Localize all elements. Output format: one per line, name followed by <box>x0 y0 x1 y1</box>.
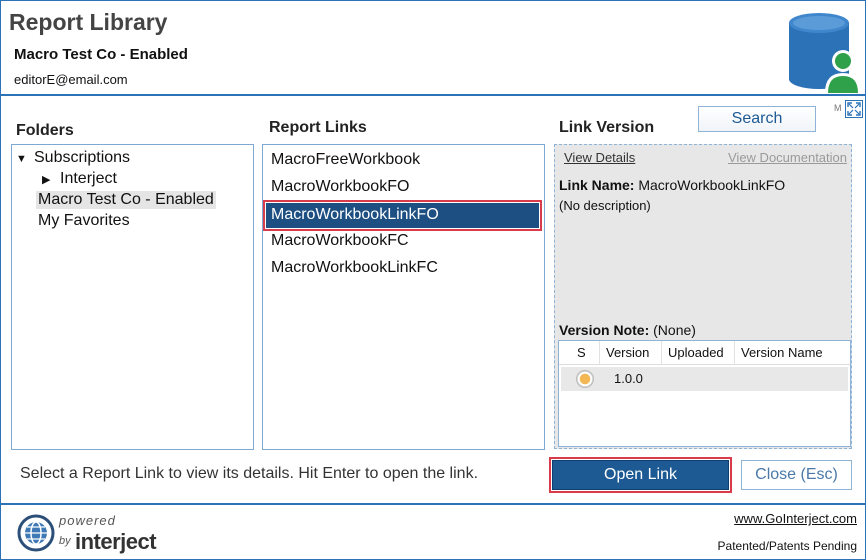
link-name: Link Name: MacroWorkbookLinkFO <box>559 177 785 193</box>
hint-text: Select a Report Link to view its details… <box>20 465 479 482</box>
link-name-value: MacroWorkbookLinkFO <box>638 177 786 193</box>
view-details-link[interactable]: View Details <box>564 150 635 165</box>
header: Report Library Macro Test Co - Enabled e… <box>1 1 865 94</box>
tree-item-macro-test-co[interactable]: Macro Test Co - Enabled <box>36 191 216 209</box>
footer-divider <box>1 503 865 505</box>
user-email: editorE@email.com <box>14 72 128 87</box>
interject-logo: powered by interject <box>17 511 187 555</box>
report-link-item-selected[interactable]: MacroWorkbookLinkFO <box>263 200 542 231</box>
col-header-version[interactable]: Version <box>600 341 662 365</box>
website-link[interactable]: www.GoInterject.com <box>734 511 857 526</box>
table-row[interactable]: 1.0.0 <box>561 367 848 391</box>
report-links-title: Report Links <box>269 119 367 136</box>
link-version-title: Link Version <box>559 119 655 136</box>
logo-brand: interject <box>75 529 157 554</box>
report-links-list: MacroFreeWorkbook MacroWorkbookFO MacroW… <box>262 144 545 450</box>
tree-item-label: Subscriptions <box>34 149 131 166</box>
col-header-status[interactable]: S <box>559 341 600 365</box>
view-documentation-link[interactable]: View Documentation <box>728 150 847 165</box>
page-title: Report Library <box>9 9 168 35</box>
caret-right-icon[interactable]: ▶ <box>42 173 60 186</box>
tree-item-subscriptions[interactable]: ▼ Subscriptions <box>16 149 130 167</box>
link-name-label: Link Name: <box>559 177 635 193</box>
link-description: (No description) <box>559 198 651 213</box>
folders-tree: ▼ Subscriptions ▶ Interject Macro Test Co … <box>11 144 254 450</box>
version-table-header: S Version Uploaded Version Name <box>559 341 850 365</box>
database-user-icon <box>789 13 861 93</box>
report-link-item[interactable]: MacroWorkbookFO <box>271 178 409 196</box>
folders-title: Folders <box>16 122 74 139</box>
tree-item-label: Macro Test Co - Enabled <box>38 191 214 208</box>
caret-down-icon[interactable]: ▼ <box>16 153 34 165</box>
link-version-panel: View Details View Documentation Link Nam… <box>554 144 852 449</box>
company-name: Macro Test Co - Enabled <box>14 46 188 63</box>
version-note: Version Note: (None) <box>559 322 696 338</box>
logo-by: by <box>59 535 71 547</box>
search-button[interactable]: Search <box>698 106 816 132</box>
logo-powered: powered <box>59 513 116 528</box>
version-note-label: Version Note: <box>559 322 650 338</box>
globe-icon <box>17 514 55 552</box>
col-header-version-name[interactable]: Version Name <box>735 341 850 365</box>
version-cell: 1.0.0 <box>614 371 643 386</box>
report-link-item[interactable]: MacroWorkbookFC <box>271 232 409 250</box>
close-button[interactable]: Close (Esc) <box>741 460 852 490</box>
version-table: S Version Uploaded Version Name 1.0.0 <box>558 340 851 447</box>
col-header-uploaded[interactable]: Uploaded <box>662 341 735 365</box>
report-link-item[interactable]: MacroFreeWorkbook <box>271 151 420 169</box>
tree-item-my-favorites[interactable]: My Favorites <box>38 212 130 230</box>
tree-item-label: My Favorites <box>38 212 130 229</box>
patent-text: Patented/Patents Pending <box>717 539 857 553</box>
version-note-value: (None) <box>653 322 696 338</box>
open-link-button[interactable]: Open Link <box>549 457 732 493</box>
header-divider <box>1 94 865 96</box>
report-library-window: Report Library Macro Test Co - Enabled e… <box>0 0 866 560</box>
m-label: M <box>834 103 842 113</box>
tree-item-interject[interactable]: ▶ Interject <box>42 170 117 188</box>
expand-icon[interactable] <box>845 100 863 118</box>
tree-item-label: Interject <box>60 170 117 187</box>
status-pending-icon <box>576 370 594 388</box>
report-link-item[interactable]: MacroWorkbookLinkFC <box>271 259 438 277</box>
